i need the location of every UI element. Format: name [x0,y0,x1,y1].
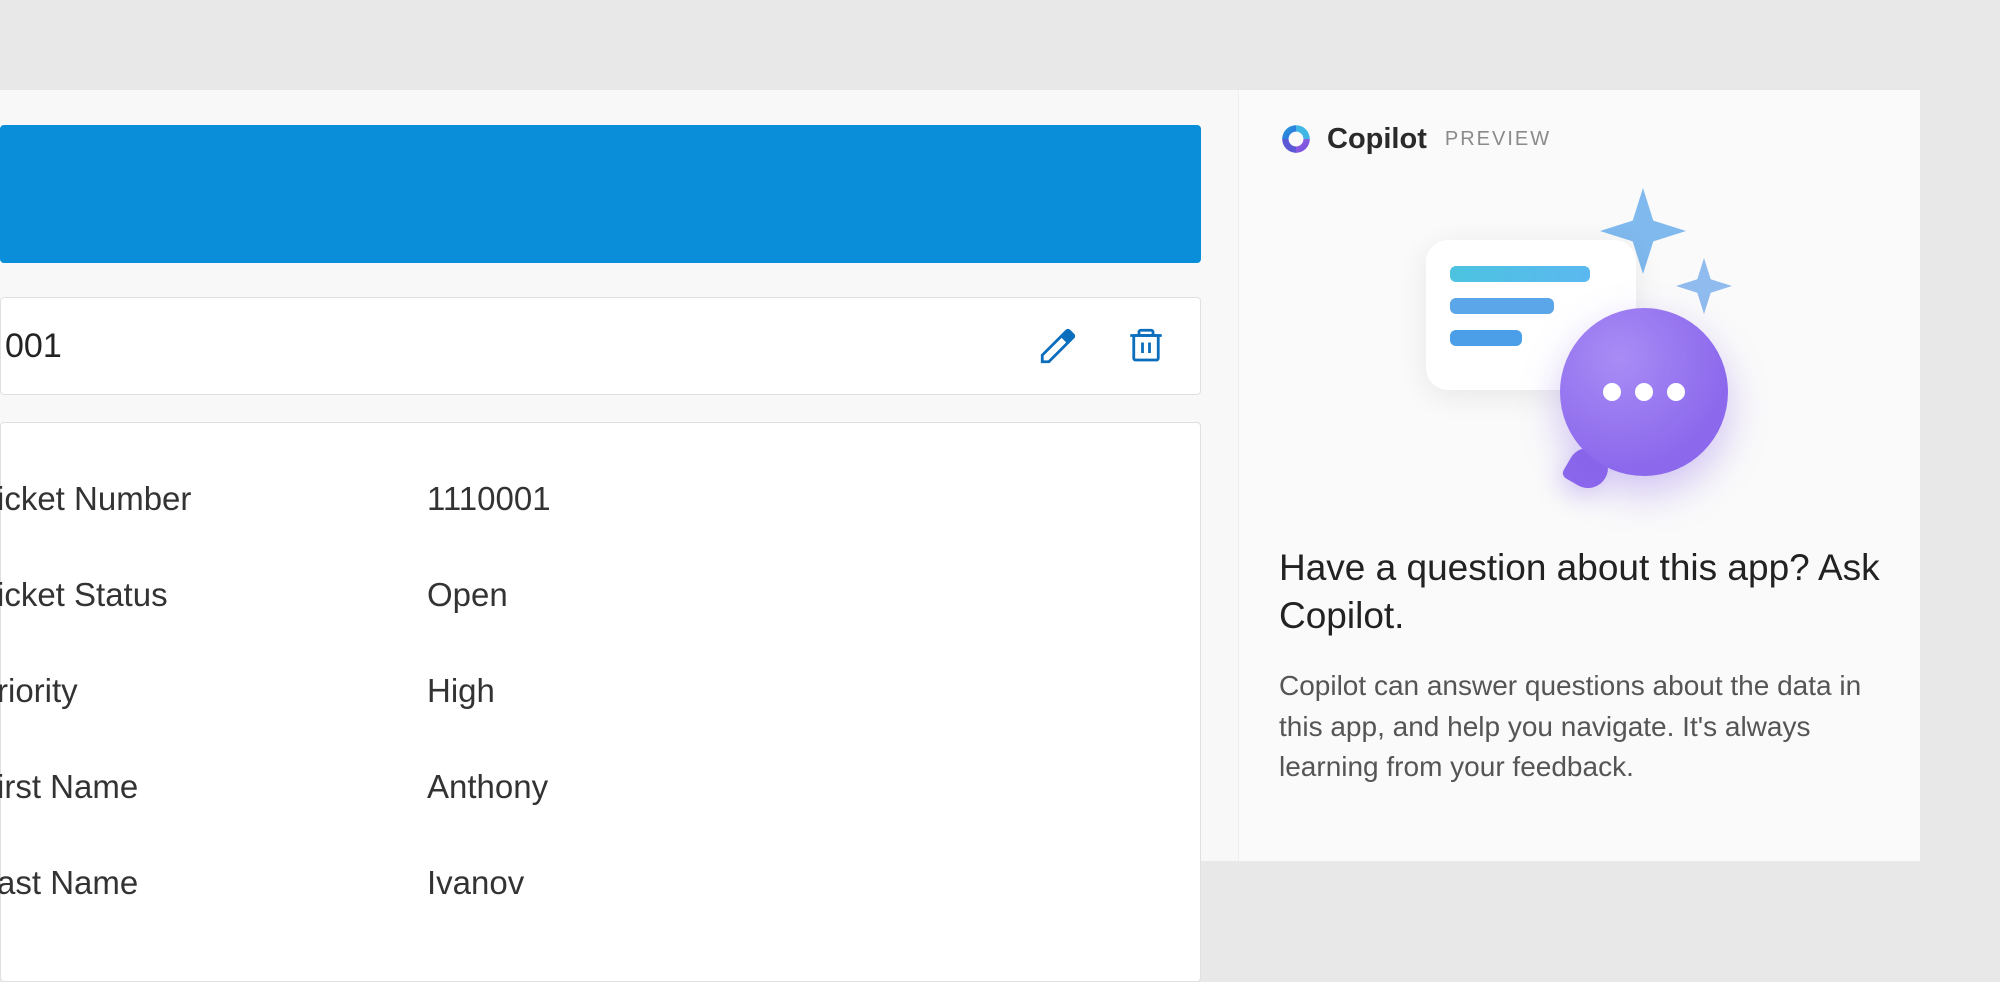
record-header-bar [0,125,1201,263]
detail-value-ticket-status: Open [427,576,508,614]
detail-value-priority: High [427,672,495,710]
copilot-header: Copilot PREVIEW [1279,122,1880,156]
detail-label-ticket-number: icket Number [0,480,427,518]
illustration-line [1450,266,1590,282]
detail-label-first-name: irst Name [0,768,427,806]
detail-label-ticket-status: icket Status [0,576,427,614]
record-title-card: 001 [0,297,1201,395]
delete-button[interactable] [1124,324,1168,368]
detail-value-ticket-number: 1110001 [427,480,551,518]
copilot-panel: Copilot PREVIEW [1238,90,1920,861]
detail-value-last-name: Ivanov [427,864,524,902]
illustration-dot [1667,383,1685,401]
copilot-illustration [1420,196,1740,496]
copilot-description: Copilot can answer questions about the d… [1279,666,1880,788]
copilot-title: Copilot [1327,123,1427,156]
sparkle-icon [1676,258,1732,314]
illustration-dot [1635,383,1653,401]
record-detail-panel: icket Number 1110001 icket Status Open r… [0,422,1201,982]
illustration-line [1450,298,1554,314]
detail-label-last-name: ast Name [0,864,427,902]
copilot-heading: Have a question about this app? Ask Copi… [1279,544,1880,640]
edit-icon [1037,325,1079,367]
detail-row: irst Name Anthony [13,739,1188,835]
record-id-text: 001 [5,327,1036,366]
viewport: 001 [0,0,2000,861]
copilot-logo-icon [1279,122,1313,156]
detail-row: icket Number 1110001 [13,451,1188,547]
detail-row: riority High [13,643,1188,739]
copilot-preview-badge: PREVIEW [1445,128,1551,151]
detail-value-first-name: Anthony [427,768,548,806]
main-area: 001 [0,90,1920,861]
illustration-line [1450,330,1522,346]
illustration-dot [1603,383,1621,401]
record-actions [1036,324,1180,368]
detail-label-priority: riority [0,672,427,710]
trash-icon [1125,325,1167,367]
edit-button[interactable] [1036,324,1080,368]
detail-row: ast Name Ivanov [13,835,1188,931]
detail-row: icket Status Open [13,547,1188,643]
illustration-chat-bubble [1560,308,1728,476]
